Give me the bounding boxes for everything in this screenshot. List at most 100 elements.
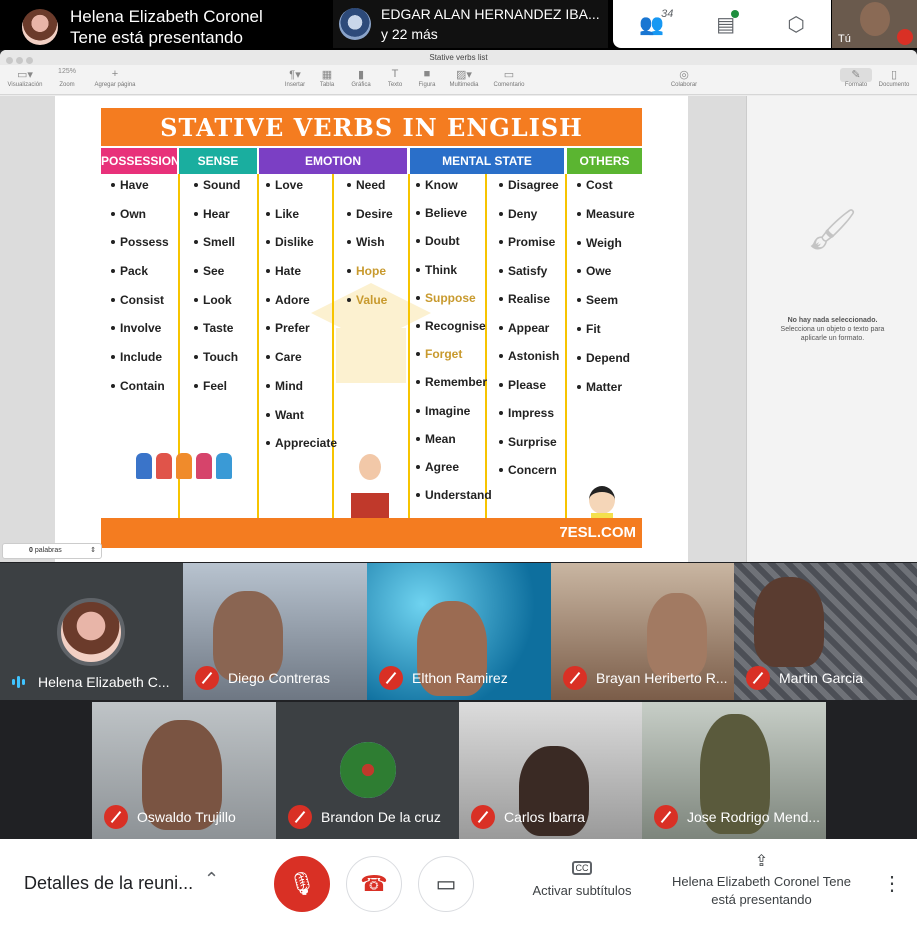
verb-item: Matter (577, 380, 635, 409)
mic-off-icon (379, 666, 403, 690)
zoom-icon: 125% (58, 68, 76, 75)
mic-off-icon (471, 805, 495, 829)
participant-tile[interactable]: Oswaldo Trujillo (92, 702, 276, 839)
presenter-name: Helena Elizabeth Coronel (70, 7, 263, 26)
media-button[interactable]: ▨▾ Multimedia (444, 68, 484, 88)
text-button[interactable]: T Texto (382, 68, 408, 88)
text-icon: T (391, 68, 399, 80)
participant-tile[interactable]: Brayan Heriberto R... (551, 563, 734, 700)
verb-item: Taste (194, 321, 240, 350)
participant-tile[interactable]: Diego Contreras (183, 563, 367, 700)
verb-item: Know (416, 178, 492, 206)
presenting-button[interactable]: ⇪ Helena Elizabeth Coronel Tene está pres… (664, 853, 859, 909)
participant-name: Martin Garcia (779, 670, 864, 686)
verb-item: Involve (111, 321, 169, 350)
verb-item: Appreciate (266, 436, 337, 465)
category-headers: POSSESSION SENSE EMOTION MENTAL STATE OT… (101, 148, 642, 174)
verb-item: Concern (499, 463, 559, 492)
verb-item: Think (416, 263, 492, 291)
add-page-icon: + (111, 68, 119, 80)
insert-button[interactable]: ¶▾ Insertar (280, 68, 310, 88)
header-others: OTHERS (567, 148, 642, 174)
comment-button[interactable]: ▭ Comentario (488, 68, 530, 88)
stepper-icon: ⇕ (90, 547, 96, 554)
verb-item: Agree (416, 460, 492, 488)
participant-name: Jose Rodrigo Mend... (687, 809, 821, 825)
verb-item: Imagine (416, 404, 492, 432)
mental-list-a: Know Believe Doubt Think Suppose Recognise For… (416, 178, 492, 516)
divider (565, 174, 567, 518)
participant-tile[interactable]: Carlos Ibarra (459, 702, 642, 839)
inspector-title: No hay nada seleccionado. (787, 317, 878, 324)
verb-item: Mind (266, 379, 337, 408)
verb-item: Possess (111, 235, 169, 264)
verb-item: Feel (194, 379, 240, 408)
meeting-details-button[interactable]: Detalles de la reuni... (24, 873, 193, 894)
paintbrush-icon: 🖌 (807, 208, 858, 252)
view-button[interactable]: ▭▾ Visualización (3, 68, 47, 88)
speaking-indicator-icon (12, 676, 28, 688)
comment-icon: ▭ (503, 69, 515, 81)
format-inspector: 🖌 No hay nada seleccionado. Selecciona u… (746, 96, 917, 562)
self-view-tile[interactable]: Tú (832, 0, 917, 48)
hang-up-icon: ☎ (360, 871, 388, 896)
header-mental-state: MENTAL STATE (410, 148, 564, 174)
activities-icon[interactable]: ⬡ (787, 12, 804, 37)
participant-tile[interactable]: Brandon De la cruz (276, 702, 459, 839)
verb-item: Impress (499, 406, 559, 435)
verb-item: Include (111, 350, 169, 379)
format-button[interactable]: ✎ Formato (840, 68, 872, 88)
paragraph-icon: ¶▾ (289, 69, 301, 81)
verb-item: Seem (577, 293, 635, 322)
participant-tile[interactable]: Elthon Ramirez (367, 563, 551, 700)
verb-item: Need (347, 178, 393, 207)
present-screen-icon: ⇪ (754, 853, 769, 870)
mic-off-icon (104, 805, 128, 829)
verb-item: Consist (111, 293, 169, 322)
chevron-up-icon[interactable]: ⌃ (204, 869, 219, 890)
more-options-icon[interactable]: ⋮ (882, 871, 902, 896)
add-page-button[interactable]: + Agregar página (88, 68, 142, 88)
top-bar: Helena Elizabeth Coronel Tene está prese… (0, 0, 917, 50)
captions-button[interactable]: CC Activar subtítulos (520, 861, 644, 898)
header-sense: SENSE (179, 148, 257, 174)
chat-icon[interactable]: ▤ (716, 9, 740, 37)
verb-item: Have (111, 178, 169, 207)
chart-button[interactable]: ▮ Gráfica (346, 68, 376, 88)
collaborate-icon: ◎ (679, 69, 689, 81)
participant-tile[interactable]: Martin Garcia (734, 563, 917, 700)
verb-item: Pack (111, 264, 169, 293)
zoom-button[interactable]: 125% Zoom (52, 68, 82, 88)
mic-off-icon (897, 29, 913, 45)
shape-button[interactable]: ■ Figura (413, 68, 441, 88)
participant-tile[interactable]: Jose Rodrigo Mend... (642, 702, 826, 839)
verb-item: Remember (416, 375, 492, 403)
leave-call-button[interactable]: ☎ (346, 856, 402, 912)
people-icon[interactable]: 👥 34 (639, 8, 673, 37)
verb-item: Deny (499, 207, 559, 236)
emotion-list-b: Need Desire Wish Hope Value (347, 178, 393, 321)
camera-toggle-button[interactable]: ▭ (418, 856, 474, 912)
document-button[interactable]: ▯ Documento (874, 68, 914, 88)
mic-toggle-button[interactable]: 🎙 (274, 856, 330, 912)
poster-footer: 7ESL.COM (101, 518, 642, 548)
format-icon: ✎ (840, 68, 872, 82)
table-icon: ▦ (321, 69, 333, 81)
table-button[interactable]: ▦ Tabla (314, 68, 340, 88)
other-participants-chip[interactable]: EDGAR ALAN HERNANDEZ IBA... y 22 más (333, 0, 608, 48)
participant-tile[interactable]: Helena Elizabeth C... (0, 563, 183, 700)
verb-item: Doubt (416, 234, 492, 262)
view-icon: ▭▾ (17, 69, 33, 81)
word-count[interactable]: 0 palabras ⇕ (2, 543, 102, 559)
verb-item: Owe (577, 264, 635, 293)
verb-item: Weigh (577, 236, 635, 265)
self-label: Tú (838, 33, 851, 45)
shape-icon: ■ (423, 68, 431, 80)
verb-item: See (194, 264, 240, 293)
verb-item: Recognise (416, 319, 492, 347)
verb-item: Desire (347, 207, 393, 236)
mic-off-icon (195, 666, 219, 690)
verb-item: Appear (499, 321, 559, 350)
verb-item: Measure (577, 207, 635, 236)
collaborate-button[interactable]: ◎ Colaborar (666, 68, 702, 88)
